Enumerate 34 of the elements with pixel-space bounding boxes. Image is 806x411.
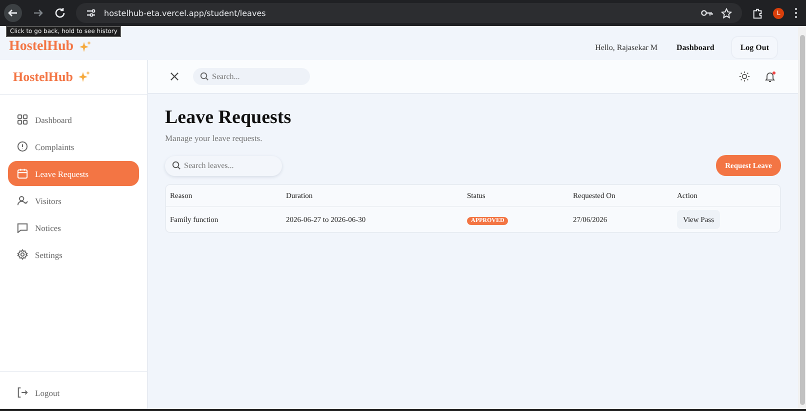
sparkle-icon [78, 41, 91, 53]
log-out-button[interactable]: Log Out [731, 36, 778, 58]
star-icon[interactable] [721, 8, 732, 18]
logout-icon [17, 387, 28, 398]
forward-arrow-icon[interactable] [32, 7, 44, 19]
reload-icon[interactable] [54, 7, 66, 19]
search-field[interactable]: Search... [193, 68, 310, 85]
page-subtitle: Manage your leave requests. [165, 133, 264, 143]
message-icon [17, 222, 28, 233]
site-settings-icon[interactable] [86, 8, 96, 18]
menu-icon[interactable] [794, 7, 798, 19]
sidebar-item[interactable]: Visitors [8, 188, 139, 213]
sidebar-item[interactable]: Dashboard [8, 107, 139, 132]
address-bar[interactable]: hostelhub-eta.vercel.app/student/leaves [76, 3, 742, 23]
sun-icon[interactable] [739, 71, 750, 82]
sidebar-item[interactable]: Settings [8, 242, 139, 267]
calendar-icon [17, 168, 28, 179]
sidebar-item[interactable]: Complaints [8, 134, 139, 159]
close-icon[interactable] [170, 72, 179, 81]
logout-link[interactable]: Logout [8, 380, 139, 405]
gear-icon [17, 249, 28, 260]
puzzle-icon[interactable] [752, 8, 763, 18]
sidebar-item[interactable]: Notices [8, 215, 139, 240]
sparkle-icon [78, 71, 90, 83]
alert-icon [17, 141, 28, 152]
dashboard-link[interactable]: Dashboard [676, 42, 714, 52]
key-icon[interactable] [701, 9, 713, 17]
url-text: hostelhub-eta.vercel.app/student/leaves [104, 8, 266, 18]
page-title: Leave Requests [165, 107, 292, 129]
search-leaves-field[interactable]: Search leaves... [165, 156, 282, 176]
bell-icon[interactable] [764, 70, 776, 82]
grid-icon [17, 114, 28, 125]
user-icon [17, 195, 28, 206]
greeting-text: Hello, Rajasekar M [595, 42, 658, 52]
